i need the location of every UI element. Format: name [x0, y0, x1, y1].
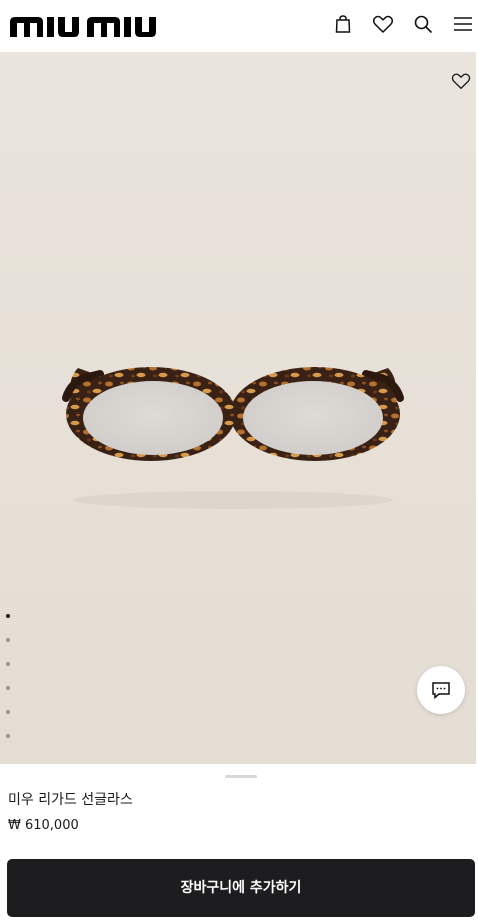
product-name: 미우 리가드 선글라스 — [8, 792, 133, 808]
product-image-carousel[interactable] — [0, 52, 476, 764]
heart-icon[interactable] — [371, 12, 395, 36]
chat-button[interactable] — [417, 666, 465, 714]
header — [0, 0, 478, 52]
search-icon[interactable] — [411, 12, 435, 36]
menu-icon[interactable] — [451, 12, 475, 36]
bag-icon[interactable] — [331, 12, 355, 36]
brand-logo[interactable] — [8, 8, 160, 40]
carousel-dot[interactable] — [6, 686, 10, 690]
carousel-dot[interactable] — [6, 662, 10, 666]
carousel-dot[interactable] — [6, 734, 10, 738]
carousel-indicator — [6, 614, 14, 758]
chat-bubble-icon — [432, 682, 450, 700]
carousel-dot[interactable] — [6, 638, 10, 642]
product-price: ₩ 610,000 — [8, 818, 79, 833]
drawer-handle[interactable] — [225, 775, 257, 778]
product-photo-glasses — [62, 367, 404, 509]
carousel-dot[interactable] — [6, 710, 10, 714]
add-to-cart-button[interactable]: 장바구니에 추가하기 — [7, 859, 475, 917]
favorite-heart-icon[interactable] — [450, 70, 472, 92]
carousel-dot[interactable] — [6, 614, 10, 618]
